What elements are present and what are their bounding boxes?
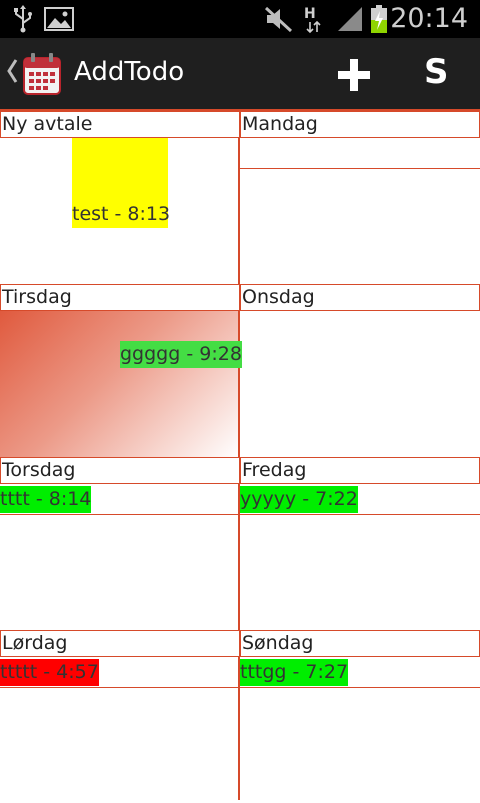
row-divider (240, 514, 480, 515)
day-header: Tirsdag (0, 284, 240, 311)
calendar-icon[interactable] (22, 52, 62, 96)
day-cell-ny-avtale[interactable]: Ny avtale test - 8:13 (0, 111, 240, 284)
todo-item[interactable]: ggggg - 9:28 (120, 341, 242, 368)
row-divider (0, 514, 240, 515)
day-cell-onsdag[interactable]: Onsdag (240, 284, 480, 457)
clock-text: 20:14 (390, 3, 468, 34)
day-header: Onsdag (240, 284, 480, 311)
day-header: Søndag (240, 630, 480, 657)
day-header: Lørdag (0, 630, 240, 657)
hspa-icon: H (304, 6, 321, 34)
selected-day-highlight (0, 311, 238, 457)
status-bar: H 20:14 (0, 0, 480, 38)
day-header: Torsdag (0, 457, 240, 484)
battery-charging-icon (371, 5, 387, 33)
action-bar: AddTodo S (0, 38, 480, 110)
plus-icon[interactable] (337, 58, 371, 92)
day-header: Mandag (240, 111, 480, 138)
todo-item[interactable]: ttttt - 4:57 (0, 659, 99, 686)
day-cell-lordag[interactable]: Lørdag ttttt - 4:57 (0, 630, 240, 803)
day-cell-tirsdag[interactable]: Tirsdag ggggg - 9:28 (0, 284, 242, 457)
todo-item[interactable]: test - 8:13 (72, 138, 171, 228)
todo-item[interactable]: yyyyy - 7:22 (240, 486, 358, 513)
todo-item[interactable]: tttgg - 7:27 (240, 659, 349, 686)
day-cell-sondag[interactable]: Søndag tttgg - 7:27 (240, 630, 480, 803)
row-divider (240, 168, 480, 169)
signal-icon (338, 7, 362, 31)
day-header: Fredag (240, 457, 480, 484)
usb-icon (14, 5, 32, 33)
day-header: Ny avtale (0, 111, 240, 138)
mute-icon (264, 6, 293, 32)
day-cell-torsdag[interactable]: Torsdag tttt - 8:14 (0, 457, 240, 630)
todo-text: test - 8:13 (72, 203, 171, 225)
todo-item[interactable]: tttt - 8:14 (0, 486, 92, 513)
app-title: AddTodo (74, 57, 185, 87)
image-icon (44, 7, 74, 31)
s-button[interactable]: S (424, 52, 449, 92)
chevron-left-icon[interactable] (6, 58, 18, 91)
row-divider (240, 687, 480, 688)
day-cell-mandag[interactable]: Mandag (240, 111, 480, 284)
svg-text:H: H (304, 6, 316, 22)
day-cell-fredag[interactable]: Fredag yyyyy - 7:22 (240, 457, 480, 630)
row-divider (0, 687, 240, 688)
